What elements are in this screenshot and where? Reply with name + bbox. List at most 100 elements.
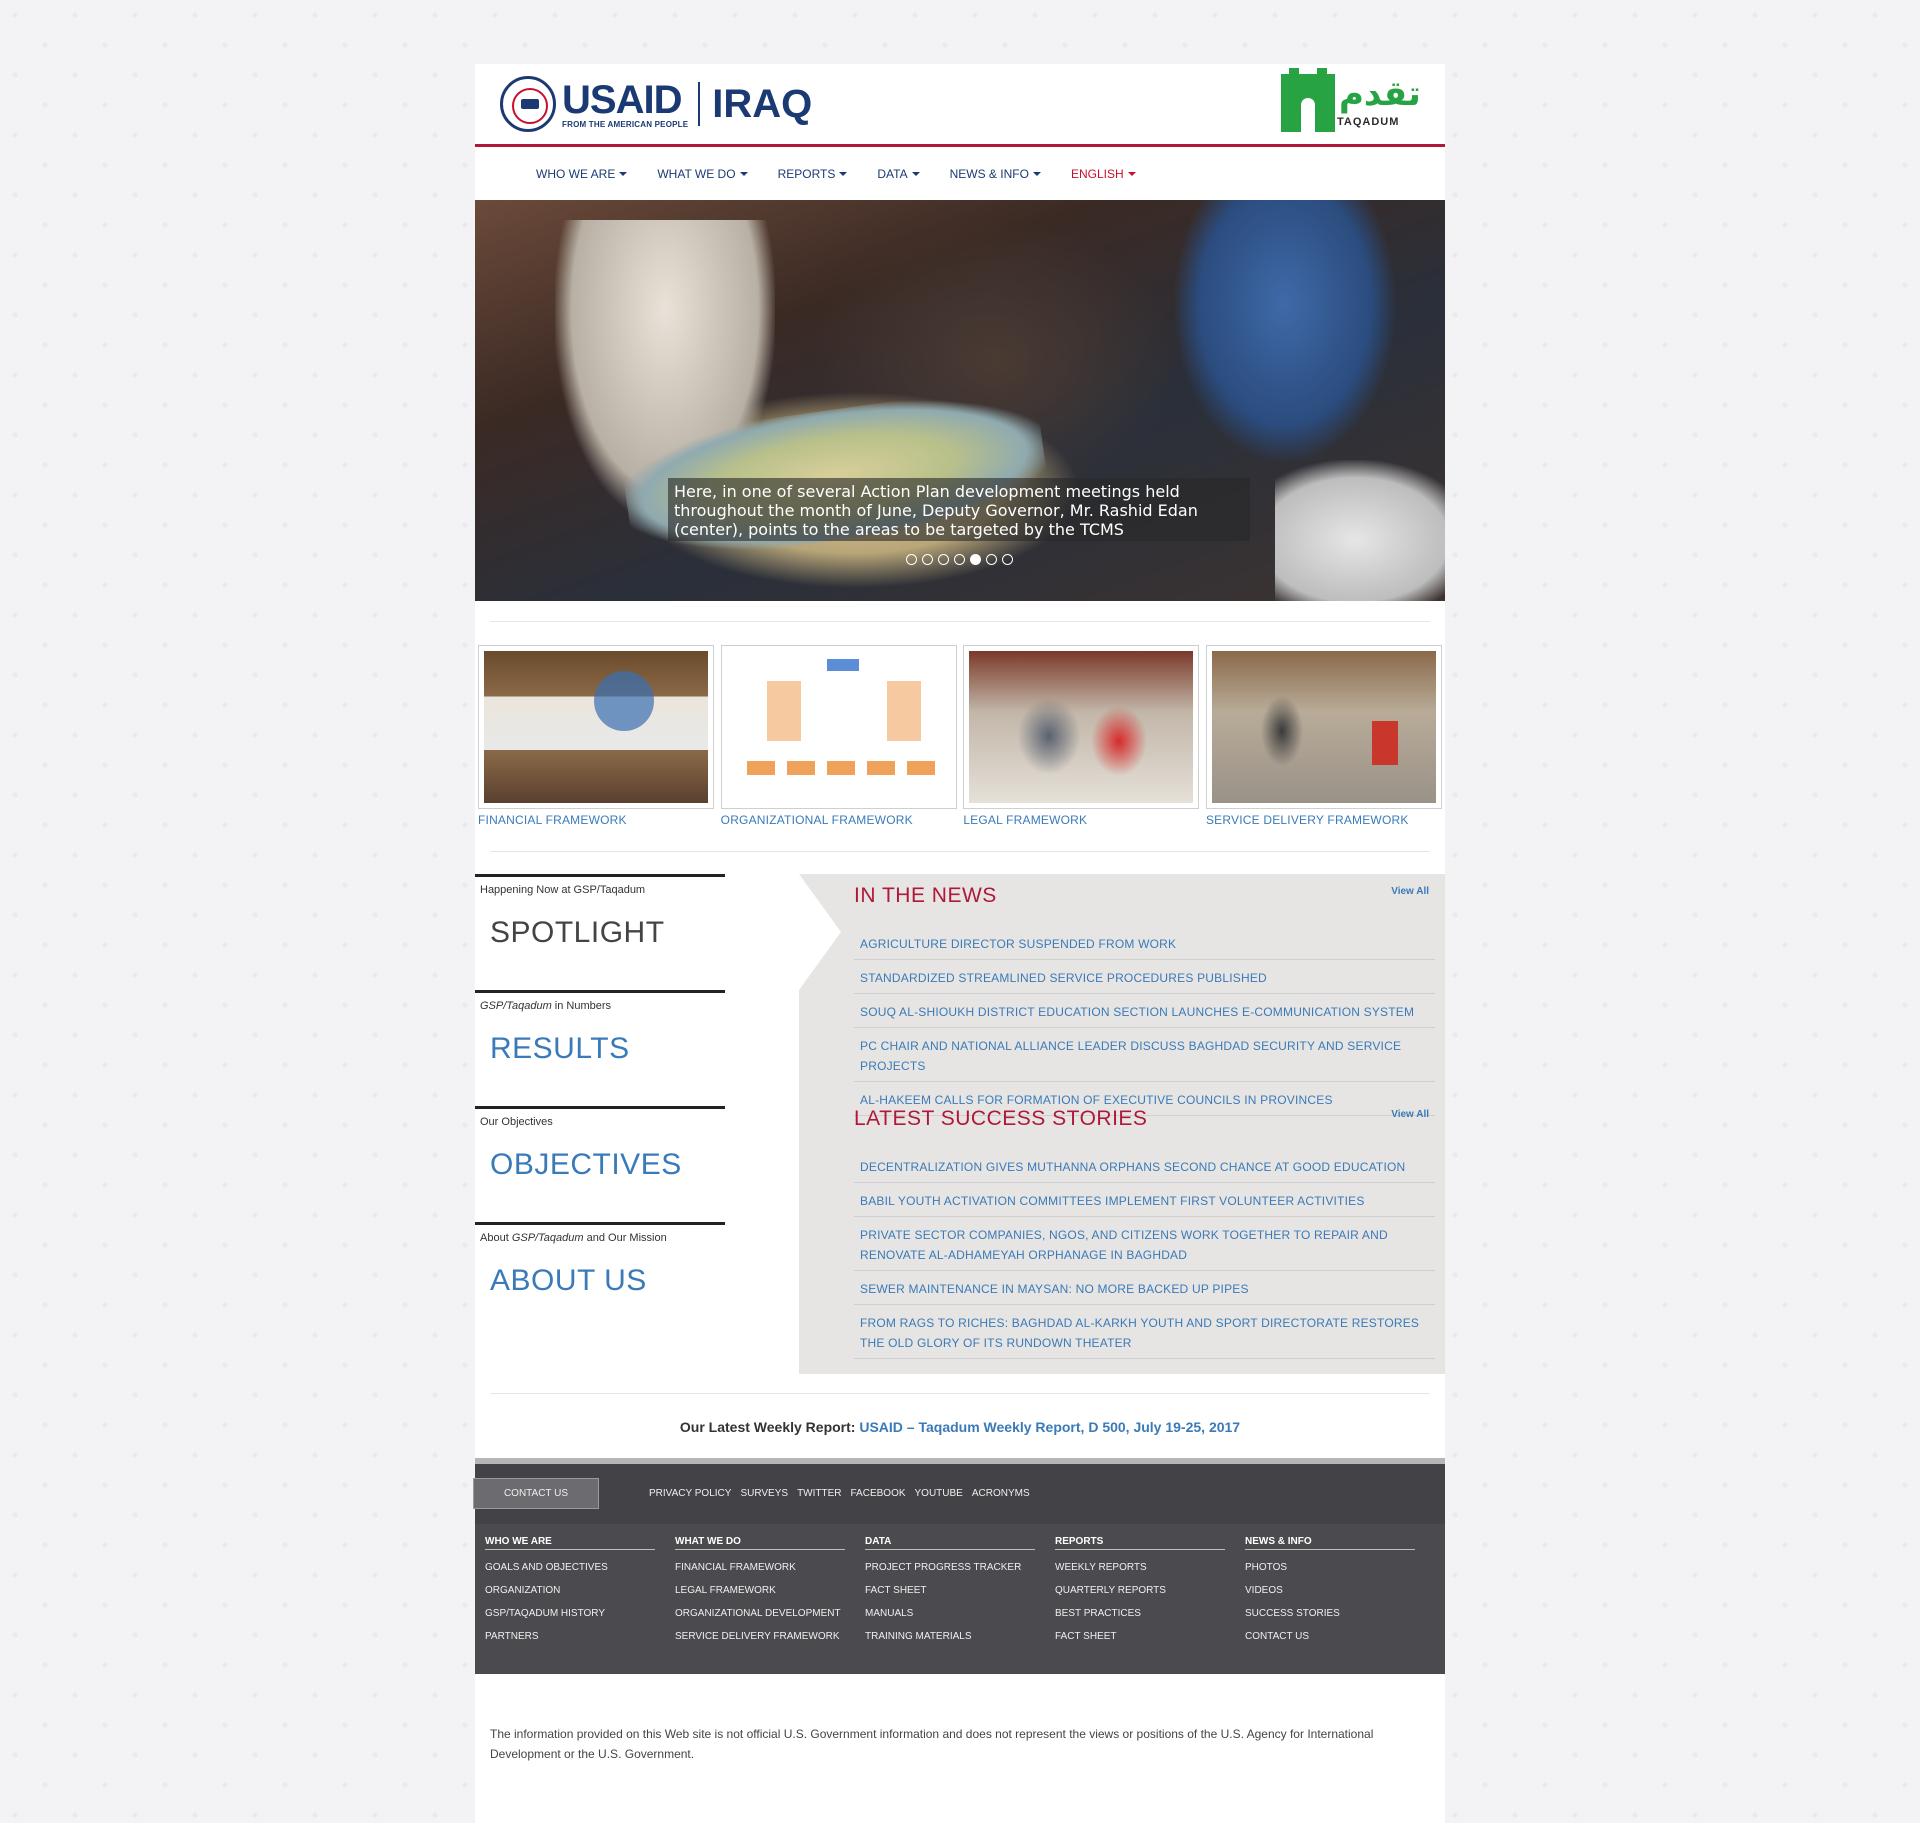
footer-column-link[interactable]: FACT SHEET — [865, 1585, 1055, 1596]
footer-column-link[interactable]: CONTACT US — [1245, 1631, 1435, 1642]
carousel-dot[interactable] — [986, 554, 997, 565]
framework-card-service-delivery[interactable]: SERVICE DELIVERY FRAMEWORK — [1205, 645, 1442, 827]
footer-column: DATA PROJECT PROGRESS TRACKER FACT SHEET… — [865, 1536, 1055, 1642]
success-stories-section: LATEST SUCCESS STORIES View All DECENTRA… — [854, 1107, 1435, 1359]
footer-column: WHO WE ARE GOALS AND OBJECTIVES ORGANIZA… — [485, 1536, 675, 1642]
weekly-report-link[interactable]: USAID – Taqadum Weekly Report, D 500, Ju… — [859, 1419, 1240, 1435]
footer-link-acronyms[interactable]: ACRONYMS — [972, 1488, 1030, 1499]
footer-column-heading[interactable]: DATA — [865, 1536, 1035, 1550]
section-divider — [490, 851, 1430, 852]
results-block[interactable]: GSP/Taqadum in Numbers RESULTS — [475, 990, 799, 1106]
framework-link[interactable]: SERVICE DELIVERY FRAMEWORK — [1206, 813, 1442, 827]
country-wordmark: IRAQ — [712, 82, 813, 126]
nav-reports[interactable]: REPORTS — [778, 167, 848, 181]
carousel-dot[interactable] — [922, 554, 933, 565]
footer-column-link[interactable]: PROJECT PROGRESS TRACKER — [865, 1562, 1055, 1573]
footer-link-surveys[interactable]: SURVEYS — [740, 1488, 788, 1499]
about-title[interactable]: ABOUT US — [490, 1264, 647, 1298]
caret-down-icon — [839, 171, 848, 176]
caret-down-icon — [1032, 171, 1041, 176]
footer-link-privacy[interactable]: PRIVACY POLICY — [649, 1488, 731, 1499]
framework-link[interactable]: ORGANIZATIONAL FRAMEWORK — [721, 813, 957, 827]
news-item[interactable]: STANDARDIZED STREAMLINED SERVICE PROCEDU… — [854, 960, 1435, 994]
taqadum-latin-text: TAQADUM — [1337, 116, 1400, 128]
footer-column-link[interactable]: LEGAL FRAMEWORK — [675, 1585, 865, 1596]
language-selector[interactable]: ENGLISH — [1071, 167, 1136, 181]
news-item[interactable]: SOUQ AL-SHIOUKH DISTRICT EDUCATION SECTI… — [854, 994, 1435, 1028]
objectives-block[interactable]: Our Objectives OBJECTIVES — [475, 1106, 799, 1222]
carousel-dot[interactable] — [906, 554, 917, 565]
footer-column-link[interactable]: PHOTOS — [1245, 1562, 1435, 1573]
caret-down-icon — [1127, 171, 1136, 176]
objectives-title[interactable]: OBJECTIVES — [490, 1148, 682, 1182]
footer-column-link[interactable]: ORGANIZATIONAL DEVELOPMENT — [675, 1608, 865, 1619]
footer-column: REPORTS WEEKLY REPORTS QUARTERLY REPORTS… — [1055, 1536, 1245, 1642]
story-item[interactable]: BABIL YOUTH ACTIVATION COMMITTEES IMPLEM… — [854, 1183, 1435, 1217]
footer-column-heading[interactable]: WHAT WE DO — [675, 1536, 845, 1550]
footer-link-facebook[interactable]: FACEBOOK — [851, 1488, 906, 1499]
success-stories-title: LATEST SUCCESS STORIES — [854, 1107, 1148, 1130]
block-subtitle: Our Objectives — [480, 1116, 553, 1128]
footer-column: NEWS & INFO PHOTOS VIDEOS SUCCESS STORIE… — [1245, 1536, 1435, 1642]
footer-column-link[interactable]: BEST PRACTICES — [1055, 1608, 1245, 1619]
taqadum-logo[interactable]: تقدم TAQADUM — [1281, 68, 1421, 134]
spotlight-block[interactable]: Happening Now at GSP/Taqadum SPOTLIGHT — [475, 874, 799, 990]
caret-down-icon — [619, 171, 628, 176]
footer-column-heading[interactable]: REPORTS — [1055, 1536, 1225, 1550]
footer-column-heading[interactable]: NEWS & INFO — [1245, 1536, 1415, 1550]
hero-carousel[interactable]: Here, in one of several Action Plan deve… — [475, 200, 1445, 601]
footer-column-heading[interactable]: WHO WE ARE — [485, 1536, 655, 1550]
story-item[interactable]: SEWER MAINTENANCE IN MAYSAN: NO MORE BAC… — [854, 1271, 1435, 1305]
framework-card-organizational[interactable]: ORGANIZATIONAL FRAMEWORK — [720, 645, 957, 827]
framework-card-financial[interactable]: FINANCIAL FRAMEWORK — [478, 645, 714, 827]
main-nav: WHO WE ARE WHAT WE DO REPORTS DATA NEWS … — [475, 147, 1445, 200]
about-block[interactable]: About GSP/Taqadum and Our Mission ABOUT … — [475, 1222, 799, 1338]
story-item[interactable]: DECENTRALIZATION GIVES MUTHANNA ORPHANS … — [854, 1149, 1435, 1183]
footer-column-link[interactable]: PARTNERS — [485, 1631, 675, 1642]
footer-column-link[interactable]: VIDEOS — [1245, 1585, 1435, 1596]
story-item[interactable]: PRIVATE SECTOR COMPANIES, NGOS, AND CITI… — [854, 1217, 1435, 1271]
footer-link-twitter[interactable]: TWITTER — [797, 1488, 841, 1499]
carousel-dot[interactable] — [1002, 554, 1013, 565]
footer-column-link[interactable]: TRAINING MATERIALS — [865, 1631, 1055, 1642]
framework-thumbnail — [1211, 651, 1436, 803]
footer-column-link[interactable]: FACT SHEET — [1055, 1631, 1245, 1642]
section-divider — [490, 1393, 1430, 1394]
footer-column-link[interactable]: MANUALS — [865, 1608, 1055, 1619]
nav-news-info[interactable]: NEWS & INFO — [950, 167, 1041, 181]
footer-column-link[interactable]: GOALS AND OBJECTIVES — [485, 1562, 675, 1573]
news-view-all-link[interactable]: View All — [1391, 886, 1429, 897]
nav-data[interactable]: DATA — [877, 167, 920, 181]
stories-view-all-link[interactable]: View All — [1391, 1109, 1429, 1120]
footer-columns: WHO WE ARE GOALS AND OBJECTIVES ORGANIZA… — [485, 1536, 1435, 1642]
spotlight-title: SPOTLIGHT — [490, 916, 665, 949]
story-item[interactable]: FROM RAGS TO RICHES: BAGHDAD AL-KARKH YO… — [854, 1305, 1435, 1359]
footer-column-link[interactable]: GSP/TAQADUM HISTORY — [485, 1608, 675, 1619]
castle-icon — [1281, 68, 1335, 132]
logo-divider — [698, 82, 701, 126]
footer-column-link[interactable]: SUCCESS STORIES — [1245, 1608, 1435, 1619]
framework-link[interactable]: LEGAL FRAMEWORK — [963, 813, 1199, 827]
footer-link-youtube[interactable]: YOUTUBE — [915, 1488, 963, 1499]
footer-column-link[interactable]: SERVICE DELIVERY FRAMEWORK — [675, 1631, 865, 1642]
hero-photo-figure — [1175, 200, 1395, 460]
contact-us-button[interactable]: CONTACT US — [473, 1478, 599, 1509]
in-the-news-title: IN THE NEWS — [854, 884, 997, 907]
footer-top-bar: CONTACT US PRIVACY POLICY SURVEYS TWITTE… — [473, 1464, 1445, 1524]
footer-column-link[interactable]: ORGANIZATION — [485, 1585, 675, 1596]
news-list: AGRICULTURE DIRECTOR SUSPENDED FROM WORK… — [854, 926, 1435, 1116]
news-item[interactable]: AGRICULTURE DIRECTOR SUSPENDED FROM WORK — [854, 926, 1435, 960]
news-item[interactable]: PC CHAIR AND NATIONAL ALLIANCE LEADER DI… — [854, 1028, 1435, 1082]
results-title[interactable]: RESULTS — [490, 1032, 630, 1066]
carousel-dot[interactable] — [954, 554, 965, 565]
framework-card-legal[interactable]: LEGAL FRAMEWORK — [963, 645, 1200, 827]
nav-who-we-are[interactable]: WHO WE ARE — [536, 167, 628, 181]
footer-column-link[interactable]: QUARTERLY REPORTS — [1055, 1585, 1245, 1596]
footer-column-link[interactable]: FINANCIAL FRAMEWORK — [675, 1562, 865, 1573]
footer-column-link[interactable]: WEEKLY REPORTS — [1055, 1562, 1245, 1573]
carousel-dot[interactable] — [938, 554, 949, 565]
framework-link[interactable]: FINANCIAL FRAMEWORK — [478, 813, 714, 827]
usaid-iraq-logo[interactable]: USAID FROM THE AMERICAN PEOPLE IRAQ — [500, 76, 812, 132]
carousel-dot-active[interactable] — [970, 554, 981, 565]
nav-what-we-do[interactable]: WHAT WE DO — [657, 167, 748, 181]
